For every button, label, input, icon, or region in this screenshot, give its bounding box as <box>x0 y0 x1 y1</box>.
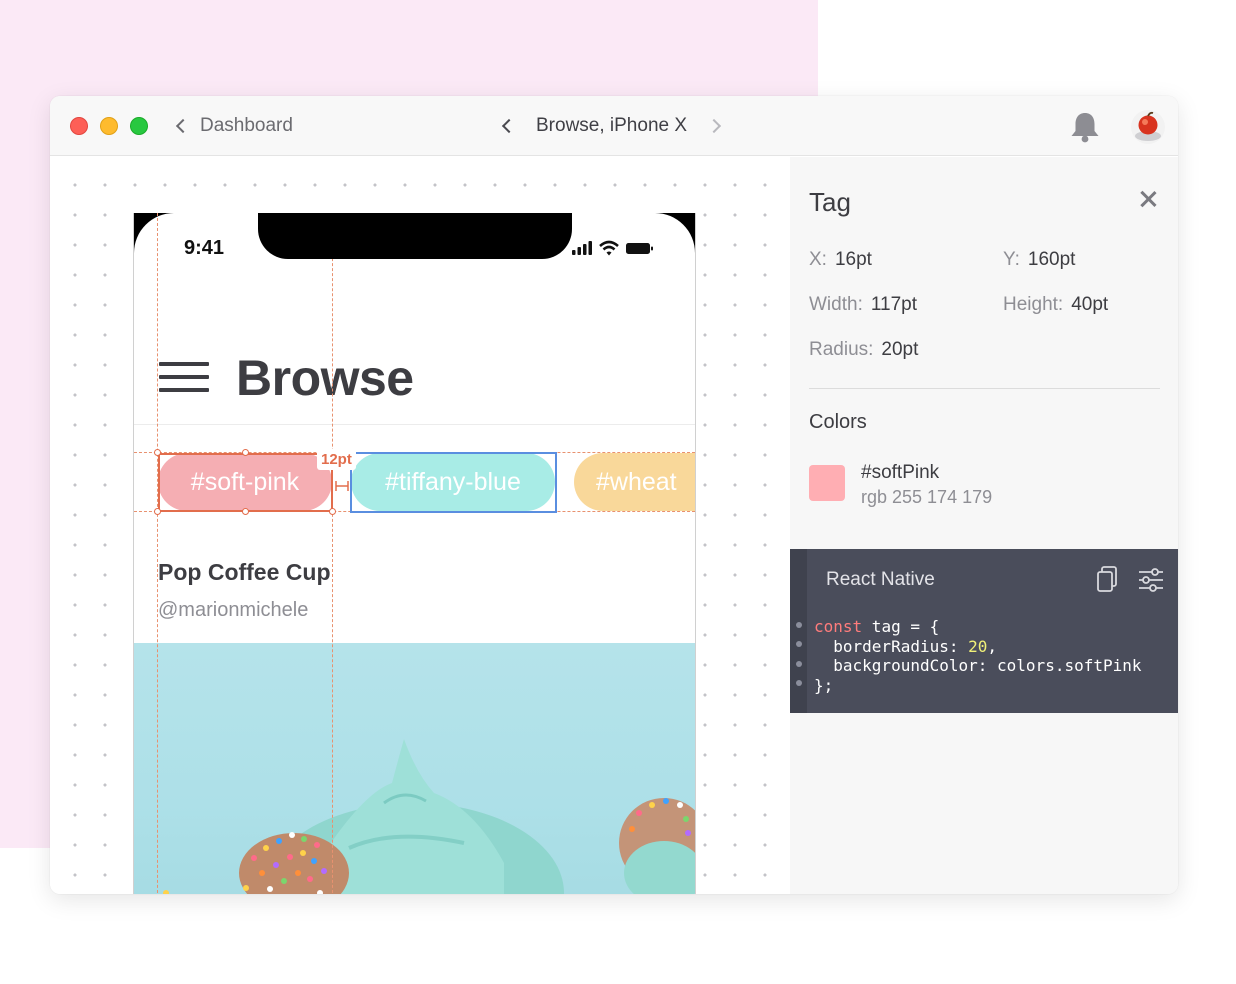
prop-width: Width: 117pt <box>809 294 917 315</box>
code-gutter <box>790 549 807 713</box>
prop-y: Y: 160pt <box>1003 249 1076 270</box>
previous-screen-icon[interactable] <box>501 118 517 134</box>
prop-radius: Radius: 20pt <box>809 339 919 360</box>
resize-handle-bottom-right[interactable] <box>329 508 336 515</box>
resize-handle-top-left[interactable] <box>154 449 161 456</box>
copy-icon[interactable] <box>1094 565 1120 593</box>
code-block[interactable]: const tag = { borderRadius: 20, backgrou… <box>814 617 1142 695</box>
status-time: 9:41 <box>184 237 225 259</box>
zoom-window-button[interactable] <box>130 117 148 135</box>
code-language-label[interactable]: React Native <box>826 569 935 591</box>
code-snippet-panel: React Native const tag = { borderRadius:… <box>790 549 1178 713</box>
screen-title: Browse, iPhone X <box>536 115 688 136</box>
resize-handle-top[interactable] <box>242 449 249 456</box>
title-bar: Dashboard Browse, iPhone X <box>50 96 1178 156</box>
colors-heading: Colors <box>809 411 867 433</box>
phone-notch <box>258 213 572 259</box>
phone-screen: 9:41 Browse #soft-pink #tiffany-blue #wh… <box>134 213 695 894</box>
prop-height: Height: 40pt <box>1003 294 1109 315</box>
color-swatch[interactable] <box>809 465 845 501</box>
hover-outline-tiffany-blue <box>350 452 557 513</box>
back-label: Dashboard <box>200 115 293 136</box>
selection-outline-soft-pink <box>158 453 333 512</box>
app-window: Dashboard Browse, iPhone X 9:41 Browse #… <box>50 96 1178 894</box>
sliders-icon[interactable] <box>1138 568 1164 592</box>
color-rgb-value[interactable]: rgb 255 174 179 <box>861 487 992 508</box>
panel-divider <box>809 388 1160 389</box>
cupcake-photo <box>134 643 695 894</box>
spacing-indicator <box>335 481 349 491</box>
close-icon[interactable] <box>1140 191 1156 207</box>
resize-handle-bottom[interactable] <box>242 508 249 515</box>
guide-line-right <box>332 213 333 894</box>
minimize-window-button[interactable] <box>100 117 118 135</box>
card-author: @marionmichele <box>158 599 309 621</box>
next-screen-icon[interactable] <box>706 118 722 134</box>
guide-line-left <box>157 213 158 894</box>
status-icons <box>572 240 653 256</box>
design-canvas[interactable]: 9:41 Browse #soft-pink #tiffany-blue #wh… <box>50 157 790 894</box>
inspector-title: Tag <box>809 187 851 217</box>
menu-icon[interactable] <box>159 362 211 394</box>
close-window-button[interactable] <box>70 117 88 135</box>
back-to-dashboard-link[interactable]: Dashboard <box>175 114 293 138</box>
bell-icon[interactable] <box>1068 110 1102 144</box>
header-divider <box>134 424 695 425</box>
avatar[interactable] <box>1130 109 1166 145</box>
inspector-panel: Tag X: 16pt Y: 160pt Width: 117pt Height: 40… <box>790 157 1178 894</box>
iphone-x-frame: 9:41 Browse #soft-pink #tiffany-blue #wh… <box>133 213 696 894</box>
spacing-badge: 12pt <box>317 449 356 470</box>
color-name[interactable]: #softPink <box>861 462 939 484</box>
tag-wheat[interactable]: #wheat <box>574 453 695 511</box>
page-title: Browse <box>236 350 414 406</box>
screen-navigator: Browse, iPhone X <box>498 114 722 138</box>
card-title: Pop Coffee Cup <box>158 559 331 585</box>
prop-x: X: 16pt <box>809 249 872 270</box>
chevron-left-icon <box>175 118 191 134</box>
resize-handle-bottom-left[interactable] <box>154 508 161 515</box>
